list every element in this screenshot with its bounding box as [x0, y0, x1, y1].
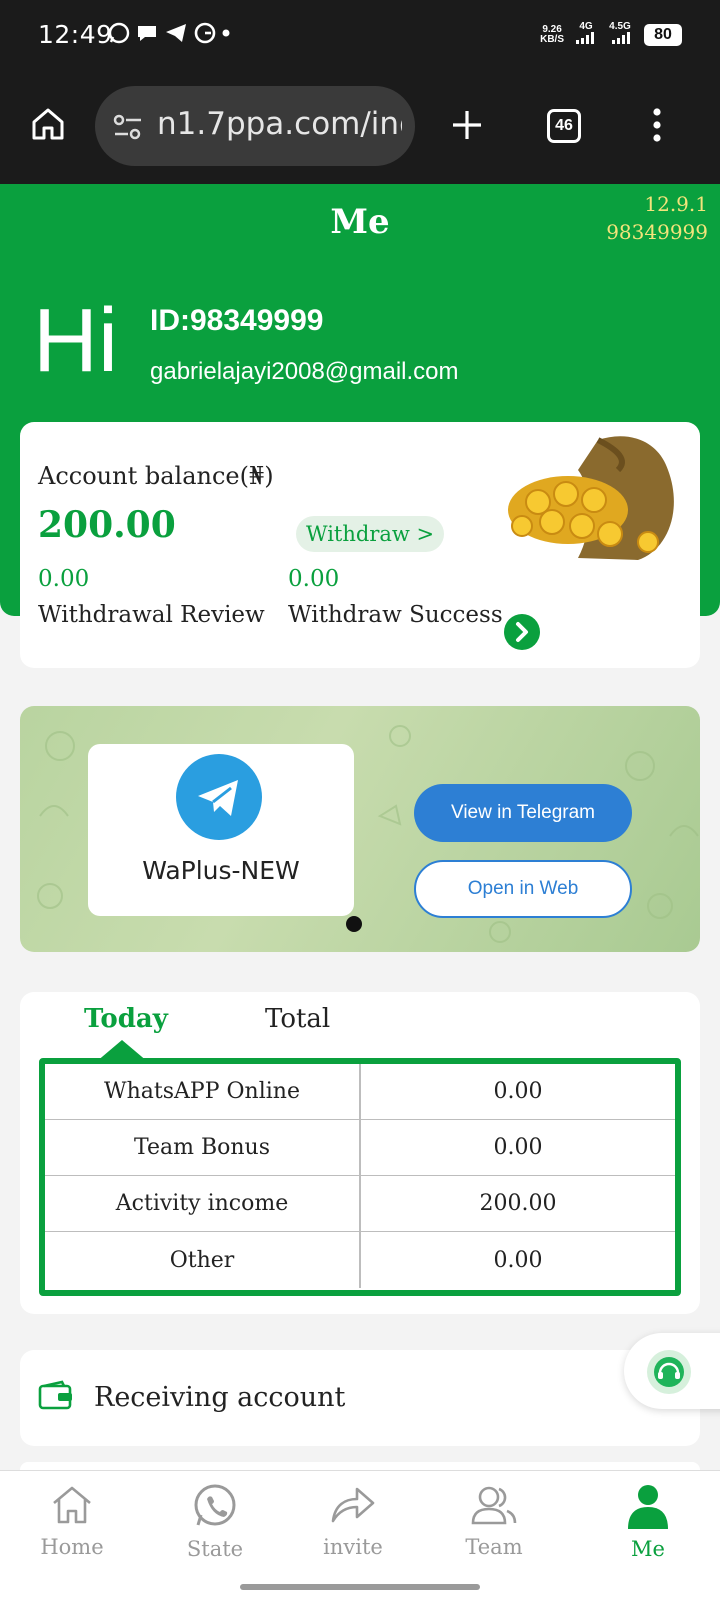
- whatsapp-icon: [108, 22, 130, 44]
- site-settings-icon[interactable]: [113, 114, 143, 140]
- tab-today[interactable]: Today: [84, 1004, 168, 1034]
- signal-45g: 4.5G: [608, 22, 632, 47]
- row-value: 0.00: [493, 1247, 543, 1273]
- status-right: 9.26 KB/S 4G 4.5G 80: [540, 22, 682, 47]
- nav-state[interactable]: State: [155, 1483, 275, 1561]
- row-label: Team Bonus: [45, 1120, 361, 1175]
- g-icon: [194, 22, 216, 44]
- view-in-telegram-button[interactable]: View in Telegram: [414, 784, 632, 842]
- browser-toolbar: n1.7ppa.com/inde 46: [0, 72, 720, 184]
- whatsapp-icon: [194, 1484, 236, 1526]
- withdraw-button[interactable]: Withdraw >: [296, 516, 445, 552]
- share-icon: [331, 1487, 375, 1523]
- income-card: Today Total WhatsAPP Online 0.00 Team Bo…: [20, 992, 700, 1314]
- row-value: 0.00: [493, 1079, 543, 1104]
- signal-4g: 4G: [576, 22, 596, 47]
- tab-total[interactable]: Total: [265, 1004, 330, 1034]
- row-value: 200.00: [479, 1191, 557, 1216]
- team-icon: [471, 1486, 517, 1525]
- receiving-account-label: Receiving account: [94, 1382, 346, 1413]
- income-table: WhatsAPP Online 0.00 Team Bonus 0.00 Act…: [39, 1058, 681, 1296]
- coin-bag-icon: [508, 436, 674, 560]
- new-tab-icon[interactable]: [450, 108, 484, 142]
- headset-icon: [647, 1350, 691, 1394]
- nav-me-label: Me: [631, 1537, 665, 1561]
- tab-switcher-button[interactable]: 46: [547, 109, 581, 143]
- net-speed: 9.26 KB/S: [540, 23, 564, 45]
- nav-invite[interactable]: invite: [293, 1483, 413, 1559]
- telegram-icon: [166, 24, 186, 42]
- success-value: 0.00: [288, 566, 340, 592]
- nav-invite-label: invite: [323, 1535, 383, 1559]
- open-in-web-button[interactable]: Open in Web: [414, 860, 632, 918]
- channel-card[interactable]: WaPlus-NEW: [88, 744, 354, 916]
- telegram-banner[interactable]: WaPlus-NEW View in Telegram Open in Web: [20, 706, 700, 952]
- signal-bars-icon: [576, 32, 594, 44]
- table-row: WhatsAPP Online 0.00: [45, 1064, 675, 1120]
- balance-card: Account balance(₦) 200.00 Withdraw > 0.0…: [20, 422, 700, 668]
- carousel-indicator[interactable]: [346, 916, 362, 932]
- table-row: Team Bonus 0.00: [45, 1120, 675, 1176]
- row-label: Other: [45, 1232, 361, 1288]
- version-info: 12.9.1 98349999: [606, 190, 708, 246]
- customer-support-button[interactable]: [624, 1333, 720, 1409]
- address-bar[interactable]: n1.7ppa.com/inde: [95, 86, 415, 166]
- table-row: Other 0.00: [45, 1232, 675, 1288]
- row-label: WhatsAPP Online: [45, 1064, 361, 1119]
- review-label: Withdrawal Review: [38, 602, 265, 628]
- notification-icons: [108, 22, 230, 44]
- channel-name: WaPlus-NEW: [142, 856, 300, 885]
- url-text: n1.7ppa.com/inde: [157, 106, 402, 142]
- nav-state-label: State: [186, 1537, 244, 1561]
- battery-icon: 80: [644, 23, 682, 46]
- withdraw-history-button[interactable]: [504, 614, 540, 650]
- home-icon[interactable]: [30, 106, 66, 142]
- bottom-navigation: Home State invite Team Me: [0, 1470, 720, 1600]
- user-icon: [628, 1485, 668, 1529]
- status-time: 12:49: [38, 20, 113, 49]
- signal-bars-icon: [612, 32, 630, 44]
- withdraw-success: 0.00 Withdraw Success: [288, 566, 503, 628]
- nav-home-label: Home: [40, 1535, 104, 1559]
- balance-value: 200.00: [38, 504, 176, 546]
- table-row: Activity income 200.00: [45, 1176, 675, 1232]
- balance-label: Account balance(₦): [38, 462, 274, 490]
- chevron-right-icon: [516, 622, 528, 642]
- home-icon: [53, 1486, 91, 1524]
- success-label: Withdraw Success: [288, 602, 503, 628]
- nav-team-label: Team: [465, 1535, 523, 1559]
- more-menu-icon[interactable]: [651, 107, 663, 143]
- review-value: 0.00: [38, 566, 90, 592]
- dot-icon: [222, 29, 230, 37]
- nav-me[interactable]: Me: [588, 1483, 708, 1561]
- user-id: ID:98349999: [150, 304, 324, 337]
- version-number: 12.9.1: [644, 192, 708, 216]
- user-email: gabrielajayi2008@gmail.com: [150, 358, 459, 385]
- withdrawal-review: 0.00 Withdrawal Review: [38, 566, 265, 628]
- nav-home[interactable]: Home: [12, 1483, 132, 1559]
- row-value: 0.00: [493, 1135, 543, 1160]
- version-id: 98349999: [606, 220, 708, 244]
- wallet-icon: [38, 1380, 72, 1410]
- nav-team[interactable]: Team: [434, 1483, 554, 1559]
- telegram-logo-icon: [176, 754, 262, 840]
- greeting: Hi: [33, 291, 118, 391]
- home-indicator[interactable]: [240, 1584, 480, 1590]
- next-card-edge: [20, 1462, 700, 1470]
- status-bar: 12:49 9.26 KB/S 4G 4.5G 80: [0, 0, 720, 72]
- row-label: Activity income: [45, 1176, 361, 1231]
- chat-icon: [138, 26, 156, 41]
- receiving-account-item[interactable]: Receiving account: [20, 1350, 700, 1446]
